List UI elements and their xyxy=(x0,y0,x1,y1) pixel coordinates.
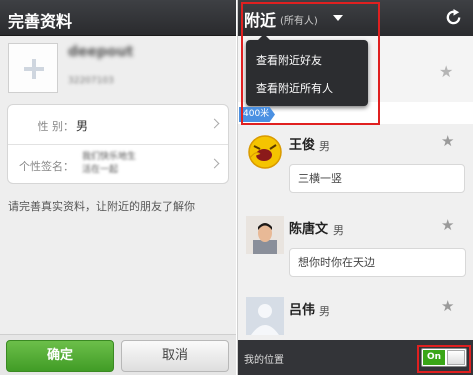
star-icon[interactable]: ★ xyxy=(441,132,454,150)
status-bubble: 想你时你在天边 xyxy=(289,248,466,277)
list-item[interactable]: 王俊 男 ★ 三横一竖 xyxy=(238,124,473,214)
add-avatar-button[interactable] xyxy=(8,43,58,93)
hint-text: 请完善真实资料，让附近的朋友了解你 xyxy=(8,200,195,213)
filter-label[interactable]: (所有人) xyxy=(280,12,318,27)
nearby-header: 附近 (所有人) xyxy=(238,0,473,36)
list-item[interactable]: 陈唐文 男 ★ 想你时你在天边 xyxy=(238,208,473,298)
signature-value: 我们快乐地生活在一起 xyxy=(82,152,137,175)
nearby-panel: 附近 (所有人) ★ 查看附近好友 查看附近所有人 400米 王俊 男 ★ 三横… xyxy=(237,0,473,375)
gender-label: 性 别： xyxy=(37,120,75,133)
person-name: 王俊 xyxy=(289,138,316,153)
menu-item-nearby-all[interactable]: 查看附近所有人 xyxy=(256,80,333,96)
menu-item-nearby-friends[interactable]: 查看附近好友 xyxy=(256,52,322,68)
star-icon[interactable]: ★ xyxy=(441,297,454,315)
star-icon[interactable]: ★ xyxy=(441,216,454,234)
status-bubble: 三横一竖 xyxy=(289,164,465,193)
person-name: 陈唐文 xyxy=(289,222,329,237)
nickname: deepout xyxy=(68,44,134,60)
profile-fields: 性 别： 男 个性签名： 我们快乐地生活在一起 xyxy=(7,104,229,184)
chevron-right-icon xyxy=(209,118,220,129)
filter-dropdown-menu: 查看附近好友 查看附近所有人 xyxy=(246,34,368,106)
avatar xyxy=(248,135,282,169)
refresh-icon[interactable] xyxy=(444,8,463,27)
user-id: 32207103 xyxy=(68,76,114,86)
chevron-right-icon xyxy=(209,158,220,169)
page-title: 完善资料 xyxy=(8,12,73,31)
avatar xyxy=(246,297,284,335)
person-gender: 男 xyxy=(319,140,330,153)
person-gender: 男 xyxy=(333,224,344,237)
star-icon[interactable]: ★ xyxy=(439,62,453,81)
profile-panel: 完善资料 deepout 32207103 性 别： 男 个性签名： 我们快乐地… xyxy=(0,0,236,375)
gender-row[interactable]: 性 别： 男 xyxy=(8,105,228,145)
profile-footer: 确定 取消 xyxy=(0,334,236,375)
location-bar: 我的位置 On xyxy=(238,340,473,375)
signature-row[interactable]: 个性签名： 我们快乐地生活在一起 xyxy=(8,145,228,185)
my-location-label: 我的位置 xyxy=(244,355,284,366)
distance-tag: 400米 xyxy=(239,107,275,122)
nearby-title[interactable]: 附近 xyxy=(244,7,276,31)
dropdown-arrow-icon[interactable] xyxy=(333,15,343,21)
person-gender: 男 xyxy=(319,305,330,318)
signature-label: 个性签名： xyxy=(19,160,74,173)
person-name: 吕伟 xyxy=(289,303,316,318)
confirm-button[interactable]: 确定 xyxy=(6,340,114,372)
avatar xyxy=(246,216,284,254)
gender-value: 男 xyxy=(76,119,89,133)
cancel-button[interactable]: 取消 xyxy=(121,340,229,372)
highlight-box xyxy=(417,345,471,373)
profile-header: 完善资料 xyxy=(0,0,236,36)
